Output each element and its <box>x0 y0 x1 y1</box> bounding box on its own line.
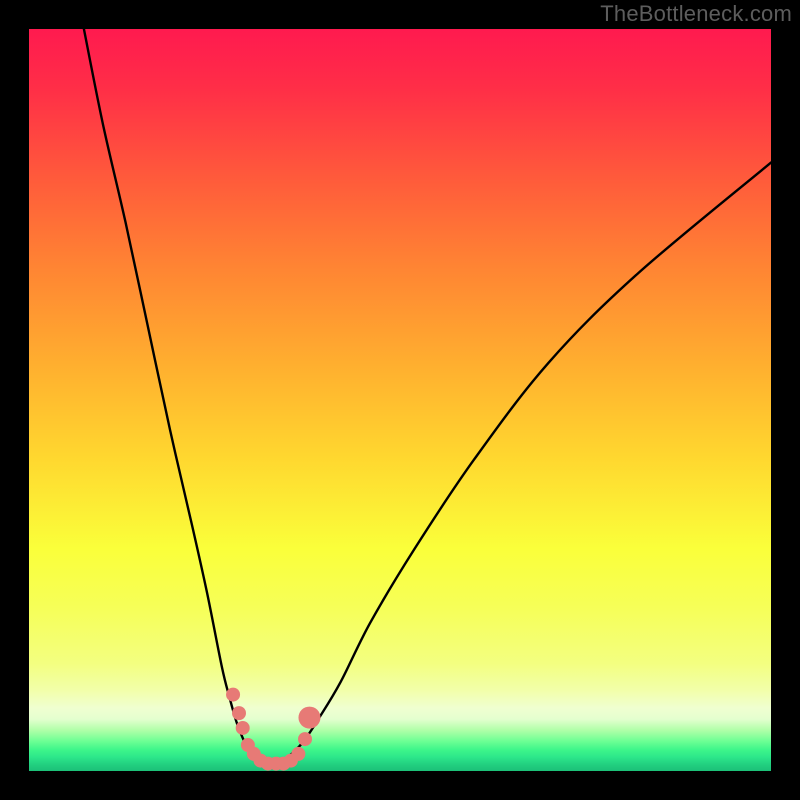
data-point <box>298 707 320 729</box>
data-point <box>298 732 312 746</box>
data-point <box>226 688 240 702</box>
curve-left-branch <box>84 29 259 764</box>
chart-frame: TheBottleneck.com <box>0 0 800 800</box>
data-point <box>232 706 246 720</box>
curve-layer <box>29 29 771 771</box>
plot-area <box>29 29 771 771</box>
data-point <box>236 721 250 735</box>
curve-right-branch <box>259 163 771 765</box>
data-point <box>291 747 305 761</box>
data-points <box>226 688 320 771</box>
watermark-text: TheBottleneck.com <box>600 1 792 27</box>
bottleneck-curve <box>84 29 771 764</box>
